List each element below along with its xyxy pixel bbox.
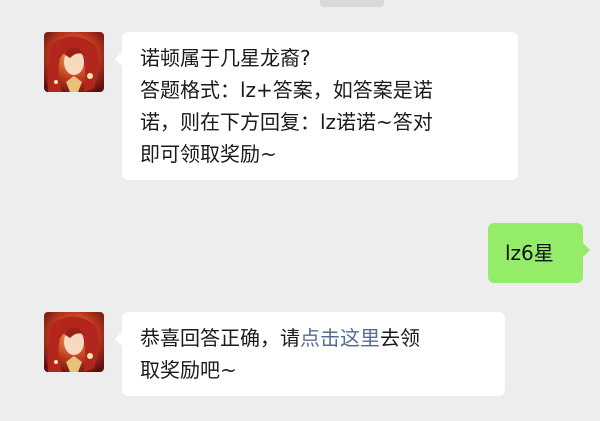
sender-avatar[interactable] [44, 32, 104, 92]
message-line: 恭喜回答正确，请点击这里去领 [140, 322, 487, 354]
message-text: 诺顿属于几星龙裔? [140, 46, 311, 70]
message-text: 答题格式：lz+答案，如答案是诺 [140, 78, 433, 102]
reward-link[interactable]: 点击这里 [300, 326, 380, 350]
sender-avatar[interactable] [44, 312, 104, 372]
message-text: 即可领取奖励~ [140, 142, 277, 166]
message-text: 恭喜回答正确，请 [140, 326, 300, 350]
message-text: 取奖励吧~ [140, 358, 237, 382]
message-text: lz6星 [505, 241, 554, 265]
incoming-message-bubble[interactable]: 诺顿属于几星龙裔? 答题格式：lz+答案，如答案是诺 诺，则在下方回复：lz诺诺… [115, 32, 518, 180]
incoming-message-bubble[interactable]: 恭喜回答正确，请点击这里去领 取奖励吧~ [115, 312, 505, 396]
outgoing-message-bubble[interactable]: lz6星 [488, 223, 590, 283]
message-text: 诺，则在下方回复：lz诺诺~答对 [140, 110, 433, 134]
character-avatar-icon [44, 312, 104, 372]
message-text: 去领 [380, 326, 420, 350]
previous-message-stub [320, 0, 384, 7]
character-avatar-icon [44, 32, 104, 92]
